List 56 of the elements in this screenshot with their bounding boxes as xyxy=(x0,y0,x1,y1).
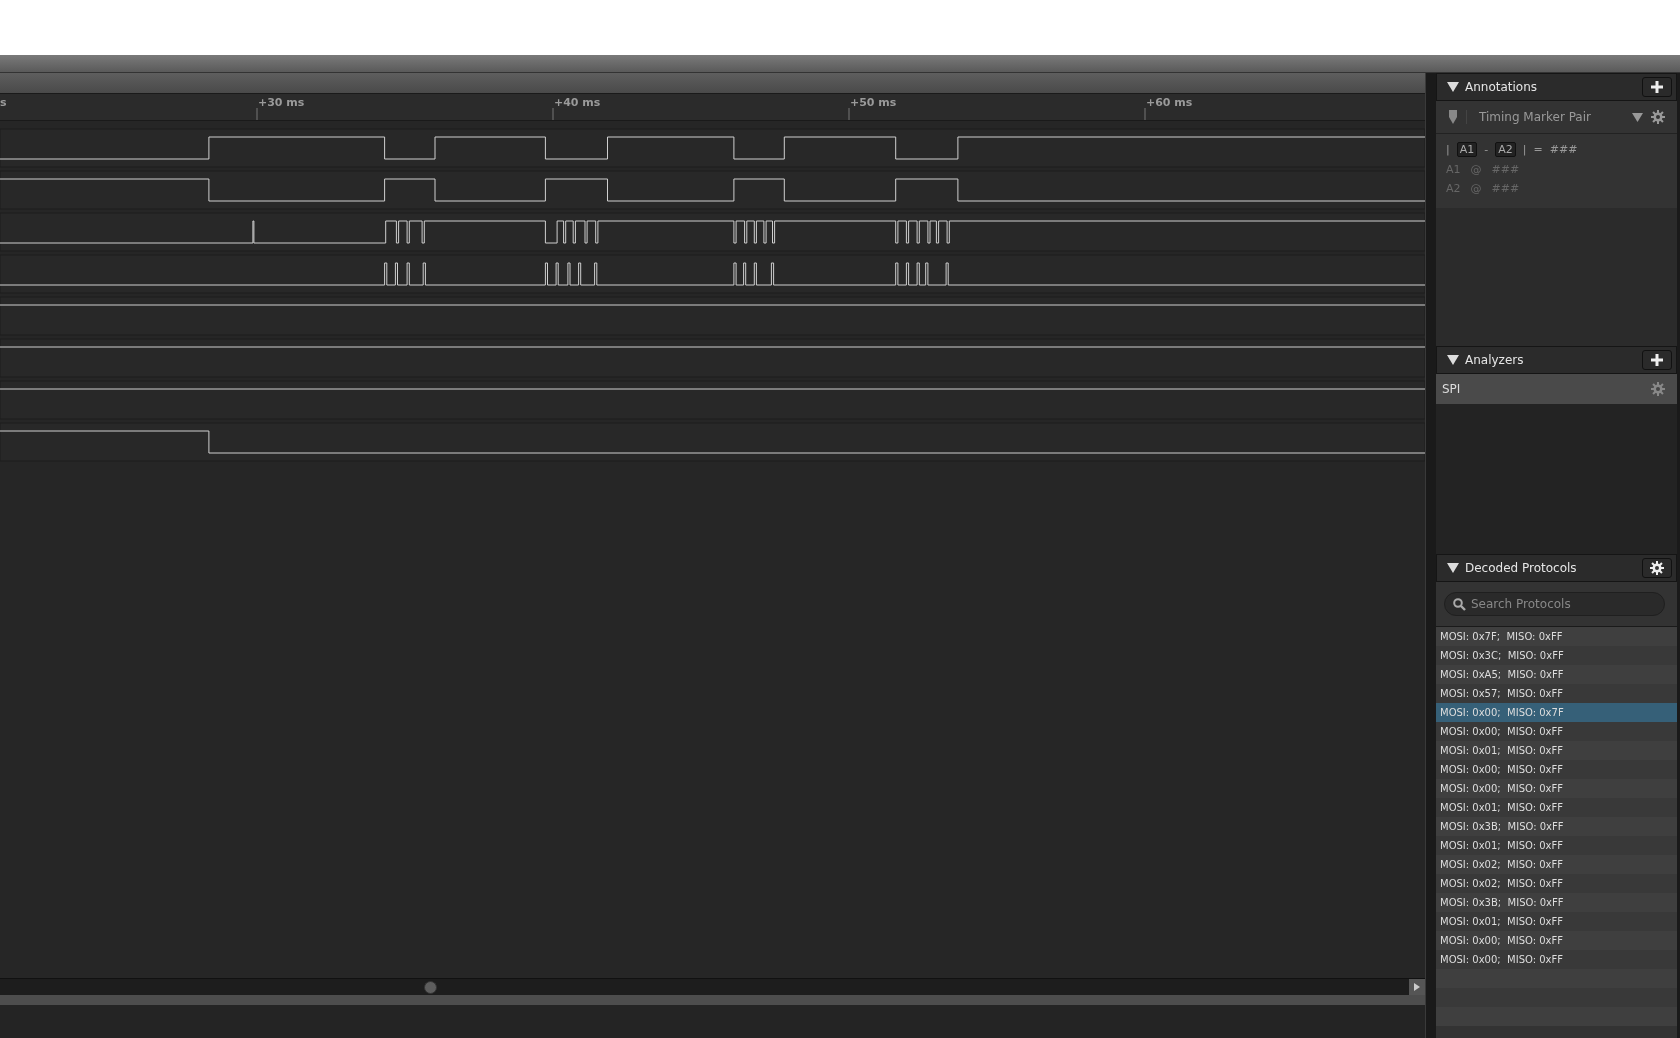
analyzer-name: SPI xyxy=(1442,382,1461,396)
protocol-row[interactable]: MOSI: 0xA5; MISO: 0xFF xyxy=(1436,665,1677,684)
collapse-triangle-icon[interactable] xyxy=(1447,82,1459,92)
settings-icon[interactable] xyxy=(1651,110,1665,124)
marker-label: A2 xyxy=(1495,142,1516,157)
marker-label: A1 xyxy=(1456,142,1478,157)
marker-time-value: ### xyxy=(1491,182,1520,195)
protocol-row[interactable]: MOSI: 0x00; MISO: 0xFF xyxy=(1436,779,1677,798)
add-analyzer-button[interactable] xyxy=(1642,350,1672,370)
time-label: +60 ms xyxy=(1146,96,1193,109)
pin-icon[interactable] xyxy=(1448,110,1458,124)
settings-icon[interactable] xyxy=(1651,382,1665,396)
protocol-row[interactable]: MOSI: 0x3C; MISO: 0xFF xyxy=(1436,646,1677,665)
protocol-row[interactable]: MOSI: 0x57; MISO: 0xFF xyxy=(1436,684,1677,703)
time-label: s xyxy=(0,96,7,109)
analyzer-item[interactable]: SPI xyxy=(1436,374,1677,404)
protocol-settings-button[interactable] xyxy=(1642,558,1672,578)
scroll-right-button[interactable] xyxy=(1409,979,1425,995)
bar-symbol-label: | xyxy=(1522,143,1527,156)
collapse-triangle-icon[interactable] xyxy=(1447,355,1459,365)
collapse-triangle-icon[interactable] xyxy=(1447,563,1459,573)
search-field[interactable]: Search Protocols xyxy=(1444,592,1665,616)
scrollbar-thumb[interactable] xyxy=(424,981,437,994)
protocol-row[interactable]: MOSI: 0x3B; MISO: 0xFF xyxy=(1436,893,1677,912)
at-sign: @ xyxy=(1470,182,1482,195)
decoded-protocols-title: Decoded Protocols xyxy=(1465,561,1578,575)
protocol-row[interactable]: MOSI: 0x00; MISO: 0xFF xyxy=(1436,931,1677,950)
add-annotation-button[interactable] xyxy=(1642,77,1672,97)
protocol-row[interactable]: MOSI: 0x02; MISO: 0xFF xyxy=(1436,874,1677,893)
dropdown-triangle-icon[interactable] xyxy=(1632,112,1643,122)
equals-sign: = xyxy=(1533,143,1543,156)
time-label: +40 ms xyxy=(554,96,601,109)
protocol-row[interactable]: MOSI: 0x3B; MISO: 0xFF xyxy=(1436,817,1677,836)
protocol-row[interactable]: MOSI: 0x00; MISO: 0x7F xyxy=(1436,703,1677,722)
difference-value: ### xyxy=(1549,143,1578,156)
bar-symbol-label: | xyxy=(1446,143,1450,156)
at-sign: @ xyxy=(1470,163,1482,176)
protocol-row[interactable]: MOSI: 0x01; MISO: 0xFF xyxy=(1436,741,1677,760)
analyzers-title: Analyzers xyxy=(1465,353,1525,367)
right-arrow-icon xyxy=(1414,983,1420,991)
protocol-row[interactable]: MOSI: 0x01; MISO: 0xFF xyxy=(1436,798,1677,817)
plus-icon xyxy=(1651,354,1663,366)
time-label: +50 ms xyxy=(850,96,897,109)
protocol-row[interactable]: MOSI: 0x00; MISO: 0xFF xyxy=(1436,950,1677,969)
minus-sign: - xyxy=(1484,143,1489,156)
settings-icon xyxy=(1650,561,1664,575)
marker-time-value: ### xyxy=(1491,163,1520,176)
protocol-row[interactable]: MOSI: 0x00; MISO: 0xFF xyxy=(1436,760,1677,779)
annotations-title: Annotations xyxy=(1465,80,1539,94)
protocol-row[interactable]: MOSI: 0x01; MISO: 0xFF xyxy=(1436,836,1677,855)
protocol-row[interactable]: MOSI: 0x7F; MISO: 0xFF xyxy=(1436,627,1677,646)
time-label: +30 ms xyxy=(258,96,305,109)
plus-icon xyxy=(1651,81,1663,93)
protocol-row[interactable]: MOSI: 0x01; MISO: 0xFF xyxy=(1436,912,1677,931)
protocol-row[interactable]: MOSI: 0x00; MISO: 0xFF xyxy=(1436,722,1677,741)
protocol-row[interactable]: MOSI: 0x02; MISO: 0xFF xyxy=(1436,855,1677,874)
